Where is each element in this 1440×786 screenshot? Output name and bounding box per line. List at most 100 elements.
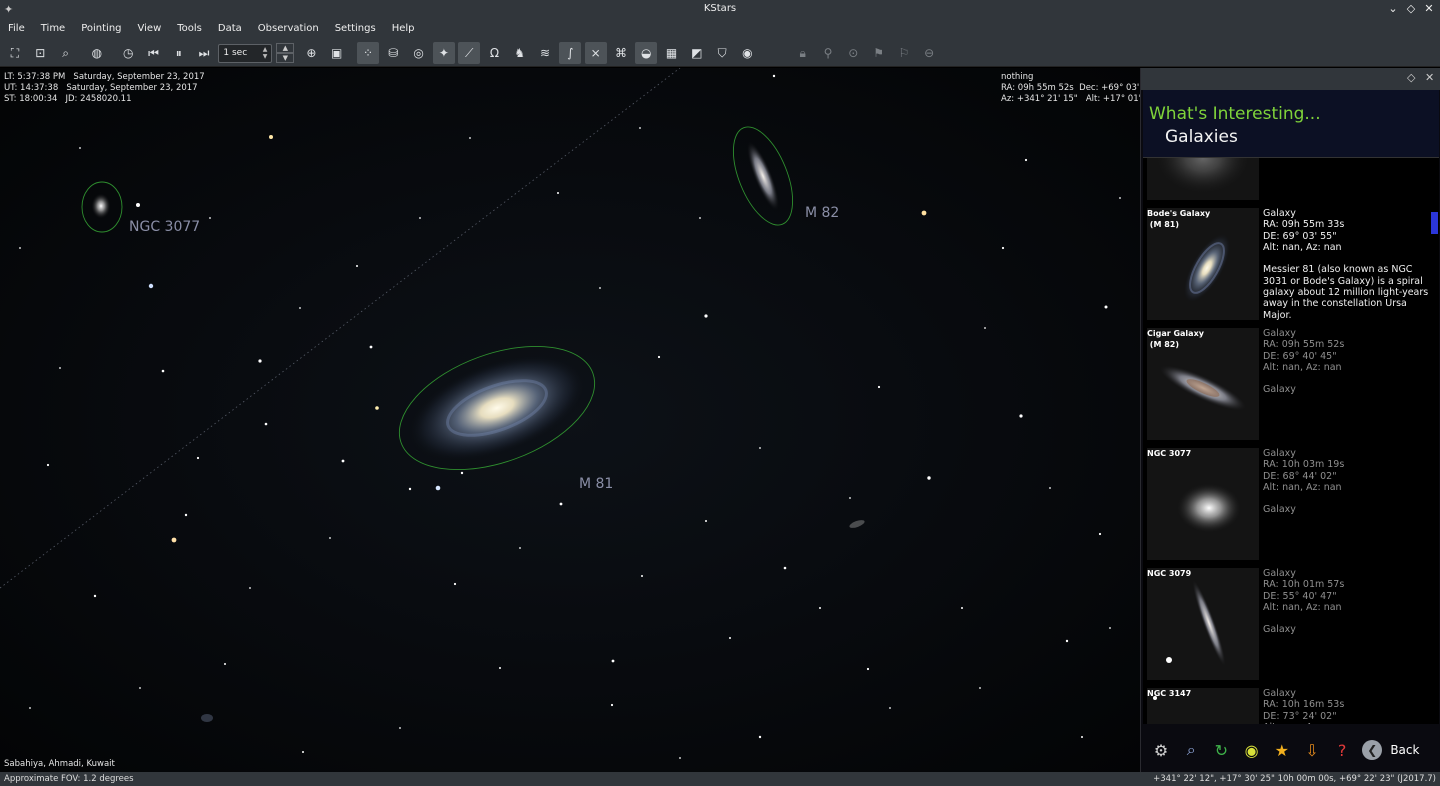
fov-status: Approximate FOV: 1.2 degrees — [4, 774, 134, 784]
list-item[interactable]: NGC 3077 Galaxy RA: 10h 03m 19s DE: 68° … — [1143, 448, 1439, 566]
spin-arrows-icon[interactable]: ▲ ▼ — [263, 46, 268, 60]
object-thumbnail — [1147, 568, 1259, 680]
window-title: KStars — [703, 3, 737, 14]
step-back-icon[interactable]: ⏮ — [142, 42, 164, 64]
float-panel-icon[interactable]: ◇ — [1407, 71, 1415, 84]
zoom-selection-icon[interactable]: ⊡ — [29, 42, 51, 64]
m82-label[interactable]: M 82 — [805, 205, 839, 221]
telescope-icon[interactable]: ⚲ — [817, 42, 839, 64]
object-name: NGC 3147 — [1147, 689, 1192, 698]
time-info-box: LT: 5:37:38 PM Saturday, September 23, 2… — [4, 72, 205, 104]
magnifier-icon[interactable]: ⌕ — [1179, 738, 1203, 762]
whats-interesting-panel: ◇ ✕ What's Interesting... Galaxies Bode'… — [1140, 68, 1440, 772]
object-details: Galaxy RA: 10h 16m 53s DE: 73° 24' 02" A… — [1263, 688, 1345, 724]
object-thumbnail — [1147, 448, 1259, 560]
list-item[interactable]: NGC 3147 Galaxy RA: 10h 16m 53s DE: 73° … — [1143, 688, 1439, 724]
object-details: Galaxy RA: 10h 03m 19s DE: 68° 44' 02" A… — [1263, 448, 1345, 516]
menu-time[interactable]: Time — [33, 18, 73, 40]
wi-category: Galaxies — [1165, 127, 1238, 147]
menu-bar: File Time Pointing View Tools Data Obser… — [0, 18, 1440, 40]
flag-mode-icon[interactable]: ⛉ — [711, 42, 733, 64]
field-of-view-icon[interactable]: ◩ — [686, 42, 708, 64]
location-globe-icon[interactable]: ◍ — [86, 42, 108, 64]
constellation-art-icon[interactable]: ♞ — [509, 42, 531, 64]
constellation-names-icon[interactable]: Ω — [483, 42, 505, 64]
constellation-lines-icon[interactable]: ⟋ — [458, 42, 481, 64]
stars-toggle-icon[interactable]: ⁘ — [356, 42, 379, 64]
object-details: Galaxy RA: 10h 01m 57s DE: 55° 40' 47" A… — [1263, 568, 1345, 636]
zoom-fit-icon[interactable]: ⛶ — [4, 42, 26, 64]
app-menu-icon[interactable]: ✦ — [4, 1, 13, 19]
ngc3077-galaxy[interactable] — [91, 193, 111, 219]
location-info-box: Sabahiya, Ahmadi, Kuwait — [4, 759, 115, 769]
set-time-icon[interactable]: ◷ — [117, 42, 139, 64]
minimize-icon[interactable]: ⌄ — [1388, 0, 1398, 18]
object-details: Galaxy RA: 09h 55m 33s DE: 69° 03' 55" A… — [1263, 208, 1429, 321]
list-item[interactable]: Bode's Galaxy (M 81) Galaxy RA: 09h 55m … — [1143, 208, 1439, 326]
star-icon[interactable]: ★ — [1270, 738, 1294, 762]
gear-icon[interactable]: ⚙ — [1149, 738, 1173, 762]
back-label: Back — [1390, 743, 1420, 757]
object-list[interactable]: Bode's Galaxy (M 81) Galaxy RA: 09h 55m … — [1143, 158, 1439, 724]
star-map-toggle-icon[interactable]: ✦ — [432, 42, 455, 64]
sky-canvas — [0, 68, 1121, 759]
time-step-unit-buttons[interactable]: ▲ ▼ — [276, 43, 295, 63]
pause-icon[interactable]: ⏸ — [168, 42, 190, 64]
solar-system-toggle-icon[interactable]: ◎ — [408, 42, 430, 64]
horizontal-grid-icon[interactable]: ⨯ — [584, 42, 607, 64]
list-item[interactable] — [1143, 158, 1439, 206]
panel-bottom-toolbar: ⚙ ⌕ ↻ ◉ ★ ⇩ ? ❮ Back — [1143, 728, 1439, 772]
menu-view[interactable]: View — [130, 18, 170, 40]
step-forward-icon[interactable]: ⏭ — [193, 42, 215, 64]
find-object-icon[interactable]: ⌕ — [55, 42, 77, 64]
crosshair-icon[interactable]: ⊕ — [300, 42, 322, 64]
menu-tools[interactable]: Tools — [169, 18, 210, 40]
maximize-icon[interactable]: ◇ — [1406, 0, 1416, 18]
panel-header: ◇ ✕ — [1141, 68, 1440, 90]
catalog-icon[interactable]: ⌘ — [610, 42, 632, 64]
status-bar: Approximate FOV: 1.2 degrees +341° 22' 1… — [0, 772, 1440, 786]
menu-settings[interactable]: Settings — [327, 18, 384, 40]
menu-data[interactable]: Data — [210, 18, 250, 40]
lock-icon[interactable]: 🔒︎ — [792, 42, 814, 64]
focus-info-box: nothing RA: 09h 55m 52s Dec: +69° 03' 55… — [1001, 72, 1140, 104]
menu-observation[interactable]: Observation — [250, 18, 327, 40]
eye-icon[interactable]: ◉ — [1240, 738, 1264, 762]
list-item[interactable]: NGC 3079 Galaxy RA: 10h 01m 57s DE: 55° … — [1143, 568, 1439, 686]
close-icon[interactable]: ✕ — [1424, 0, 1434, 18]
m81-galaxy[interactable] — [392, 332, 602, 483]
close-panel-icon[interactable]: ✕ — [1425, 71, 1434, 84]
sky-map[interactable]: LT: 5:37:38 PM Saturday, September 23, 2… — [0, 68, 1140, 772]
list-scroll-marker[interactable] — [1431, 212, 1438, 234]
constellation-boundary-line — [0, 68, 681, 589]
ngc3077-label[interactable]: NGC 3077 — [129, 219, 200, 235]
download-icon[interactable]: ⇩ — [1300, 738, 1324, 762]
menu-file[interactable]: File — [0, 18, 33, 40]
flag-icon[interactable]: ⚑ — [868, 42, 890, 64]
hips-icon[interactable]: ▦ — [661, 42, 683, 64]
deep-sky-toggle-icon[interactable]: ⛁ — [382, 42, 404, 64]
list-item[interactable]: Cigar Galaxy (M 82) Galaxy RA: 09h 55m 5… — [1143, 328, 1439, 446]
ground-toggle-icon[interactable]: ◒ — [635, 42, 658, 64]
back-button[interactable]: ❮ Back — [1362, 740, 1419, 760]
menu-help[interactable]: Help — [384, 18, 423, 40]
step-down-icon[interactable]: ▼ — [276, 53, 295, 63]
stop-icon[interactable]: ⊖ — [918, 42, 940, 64]
main-toolbar: ⛶ ⊡ ⌕ ◍ ◷ ⏮ ⏸ ⏭ 1 sec ▲ ▼ ▲ ▼ ⊕ ▣ ⁘ ⛁ ◎ ✦… — [0, 40, 1440, 67]
step-up-icon[interactable]: ▲ — [276, 43, 295, 53]
flag-add-icon[interactable]: ⚐ — [893, 42, 915, 64]
object-name: Bode's Galaxy (M 81) — [1147, 209, 1211, 229]
equatorial-grid-icon[interactable]: ∫ — [559, 42, 582, 64]
refresh-icon[interactable]: ↻ — [1209, 738, 1233, 762]
help-icon[interactable]: ? — [1330, 738, 1354, 762]
back-icon: ❮ — [1362, 740, 1383, 760]
m81-label[interactable]: M 81 — [579, 476, 613, 492]
m82-galaxy[interactable] — [740, 137, 785, 214]
target-icon[interactable]: ⊙ — [842, 42, 864, 64]
eyepiece-icon[interactable]: ◉ — [736, 42, 758, 64]
milky-way-icon[interactable]: ≋ — [534, 42, 556, 64]
image-icon[interactable]: ▣ — [326, 42, 348, 64]
menu-pointing[interactable]: Pointing — [73, 18, 129, 40]
object-name: NGC 3079 — [1147, 569, 1192, 578]
time-step-spinbox[interactable]: 1 sec ▲ ▼ — [218, 43, 273, 63]
